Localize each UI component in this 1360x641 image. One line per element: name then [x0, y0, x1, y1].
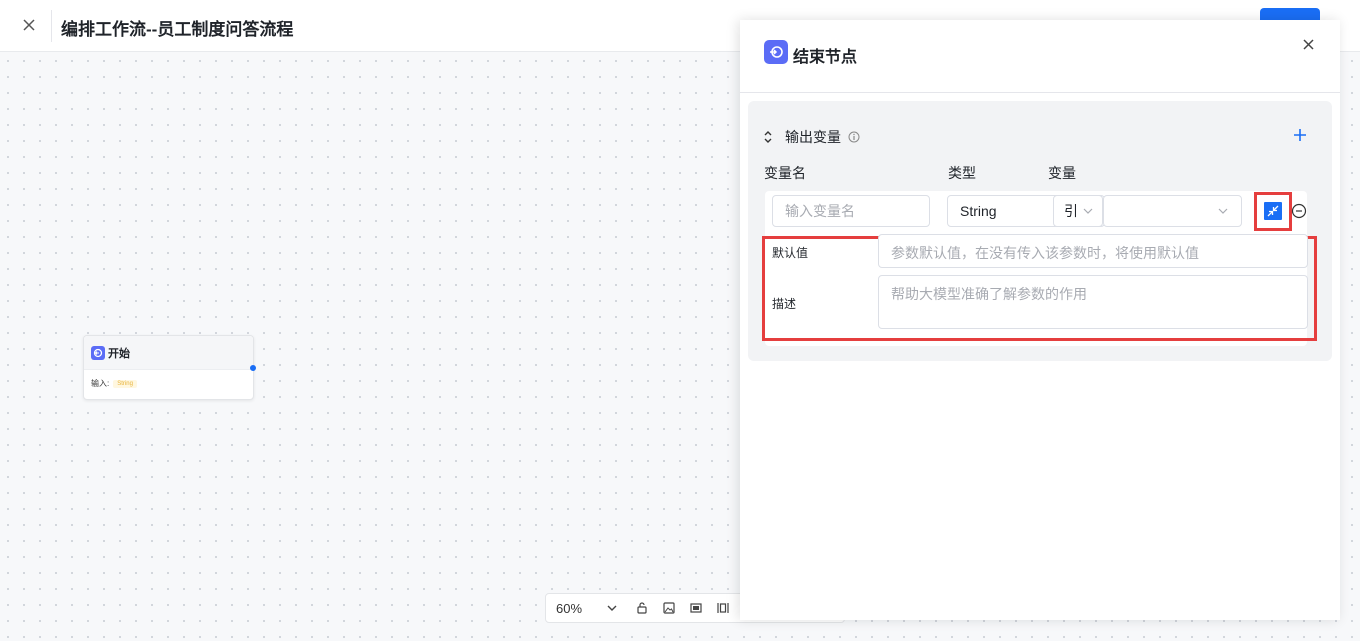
start-node-body: 输入: String — [84, 370, 253, 397]
input-type-tag: String — [113, 379, 137, 388]
image-icon[interactable] — [661, 600, 677, 616]
reference-mode-label: 引 — [1064, 203, 1078, 219]
variable-name-input[interactable]: 输入变量名 — [772, 195, 930, 227]
description-label: 描述 — [772, 297, 797, 311]
description-textarea[interactable]: 帮助大模型准确了解参数的作用 — [878, 275, 1308, 329]
default-value-input[interactable]: 参数默认值，在没有传入该参数时，将使用默认值 — [878, 234, 1308, 268]
output-variables-section: 输出变量 变量名 类型 变量 输入变量名 String 引 默认值 参数默认值，… — [748, 101, 1332, 361]
reference-mode-select[interactable]: 引 — [1053, 195, 1103, 227]
panel-header: 结束节点 — [740, 20, 1340, 93]
add-variable-icon[interactable] — [1292, 127, 1308, 143]
info-icon[interactable] — [848, 131, 860, 143]
expand-collapse-icon[interactable] — [763, 130, 775, 144]
page-title: 编排工作流--员工制度问答流程 — [61, 20, 294, 39]
panel-title: 结束节点 — [793, 49, 858, 66]
start-node-header: 开始 — [84, 336, 253, 370]
start-node[interactable]: 开始 输入: String — [83, 335, 256, 400]
start-node-input-label: 输入: — [91, 379, 110, 388]
zoom-level: 60% — [556, 600, 583, 616]
fit-view-icon[interactable] — [688, 600, 704, 616]
variable-select[interactable] — [1103, 195, 1242, 227]
collapse-icon[interactable] — [1264, 202, 1282, 220]
chevron-down-icon[interactable] — [604, 600, 620, 616]
close-icon[interactable] — [18, 14, 40, 36]
end-node-icon — [764, 40, 788, 64]
divider — [51, 10, 52, 42]
close-icon[interactable] — [1299, 35, 1317, 53]
default-value-label: 默认值 — [772, 246, 809, 260]
start-node-title: 开始 — [108, 347, 130, 360]
column-header-type: 类型 — [948, 165, 976, 181]
column-header-name: 变量名 — [764, 165, 806, 181]
section-header[interactable]: 输出变量 — [763, 127, 860, 147]
start-node-icon — [91, 345, 105, 360]
layout-icon[interactable] — [715, 600, 731, 616]
chevron-down-icon — [1083, 208, 1093, 214]
node-config-panel: 结束节点 输出变量 变量名 类型 变量 输入变量名 String 引 默认值 参… — [740, 20, 1340, 620]
lock-icon[interactable] — [634, 600, 650, 616]
output-port[interactable] — [250, 365, 256, 371]
section-title: 输出变量 — [785, 129, 841, 145]
remove-variable-icon[interactable] — [1291, 203, 1307, 219]
chevron-down-icon — [1218, 208, 1228, 214]
column-header-variable: 变量 — [1048, 165, 1076, 181]
